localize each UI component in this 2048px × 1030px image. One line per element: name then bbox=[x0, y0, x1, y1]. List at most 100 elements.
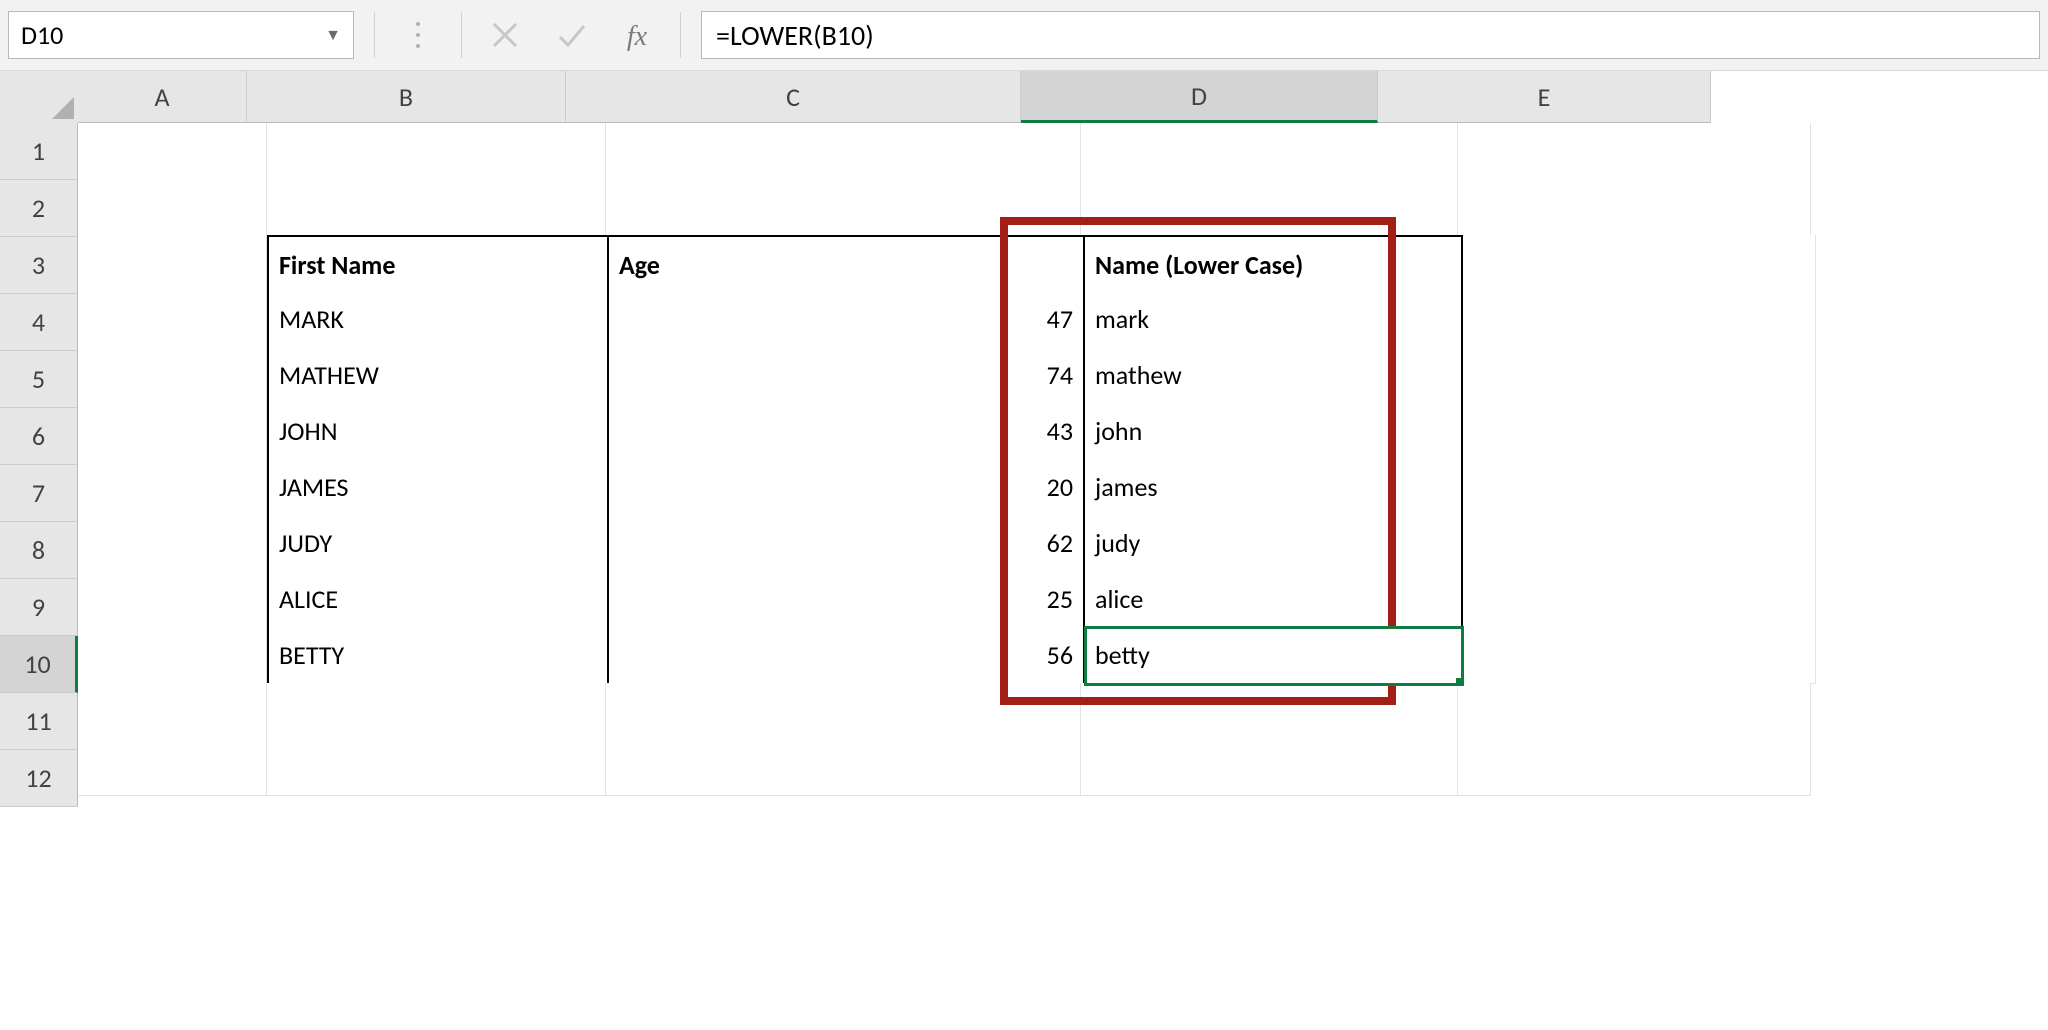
cell-grid[interactable]: First NameAgeName (Lower Case) MARK47mark… bbox=[78, 123, 1816, 795]
cell-D9[interactable]: alice bbox=[1085, 571, 1463, 629]
row-header-8[interactable]: 8 bbox=[0, 522, 78, 579]
cell-C9[interactable]: 25 bbox=[609, 571, 1085, 629]
cell-D7[interactable]: james bbox=[1085, 459, 1463, 517]
row-11 bbox=[78, 683, 1816, 739]
cell-C5[interactable]: 74 bbox=[609, 347, 1085, 405]
row-10: BETTY56betty bbox=[78, 627, 1816, 683]
cell-A8[interactable] bbox=[78, 515, 267, 572]
cell-A4[interactable] bbox=[78, 291, 267, 348]
cell-E10[interactable] bbox=[1463, 627, 1816, 684]
cell-D5[interactable]: mathew bbox=[1085, 347, 1463, 405]
separator bbox=[374, 12, 375, 58]
row-header-5[interactable]: 5 bbox=[0, 351, 78, 408]
cell-B3[interactable]: First Name bbox=[267, 235, 609, 295]
cell-B5[interactable]: MATHEW bbox=[267, 347, 609, 405]
cell-A6[interactable] bbox=[78, 403, 267, 460]
column-header-C[interactable]: C bbox=[566, 71, 1021, 123]
cell-E5[interactable] bbox=[1463, 347, 1816, 404]
name-box[interactable]: D10 ▼ bbox=[8, 11, 354, 59]
row-6: JOHN43john bbox=[78, 403, 1816, 459]
column-header-D[interactable]: D bbox=[1021, 71, 1378, 123]
cell-C11[interactable] bbox=[606, 683, 1081, 740]
row-header-2[interactable]: 2 bbox=[0, 180, 78, 237]
cell-D8[interactable]: judy bbox=[1085, 515, 1463, 573]
enter-icon bbox=[548, 12, 594, 58]
cell-E3[interactable] bbox=[1463, 235, 1816, 292]
row-5: MATHEW74mathew bbox=[78, 347, 1816, 403]
cell-E1[interactable] bbox=[1458, 123, 1811, 180]
cell-B1[interactable] bbox=[267, 123, 606, 180]
row-2 bbox=[78, 179, 1816, 235]
row-header-10[interactable]: 10 bbox=[0, 636, 78, 693]
cell-D1[interactable] bbox=[1081, 123, 1458, 180]
name-box-value: D10 bbox=[21, 19, 63, 51]
cell-B9[interactable]: ALICE bbox=[267, 571, 609, 629]
row-8: JUDY62judy bbox=[78, 515, 1816, 571]
cell-B4[interactable]: MARK bbox=[267, 291, 609, 349]
dropdown-icon[interactable]: ▼ bbox=[325, 26, 341, 45]
formula-input[interactable]: =LOWER(B10) bbox=[701, 11, 2040, 59]
cell-A1[interactable] bbox=[78, 123, 267, 180]
cell-A2[interactable] bbox=[78, 179, 267, 236]
cell-E6[interactable] bbox=[1463, 403, 1816, 460]
row-headers: 123456789101112 bbox=[0, 123, 78, 807]
cell-E8[interactable] bbox=[1463, 515, 1816, 572]
select-all-corner[interactable] bbox=[0, 71, 79, 124]
cell-D2[interactable] bbox=[1081, 179, 1458, 236]
cell-E12[interactable] bbox=[1458, 739, 1811, 796]
cell-E2[interactable] bbox=[1458, 179, 1811, 236]
cell-C8[interactable]: 62 bbox=[609, 515, 1085, 573]
row-1 bbox=[78, 123, 1816, 179]
cell-C2[interactable] bbox=[606, 179, 1081, 236]
fill-handle[interactable] bbox=[1456, 678, 1463, 685]
cell-B8[interactable]: JUDY bbox=[267, 515, 609, 573]
cell-D11[interactable] bbox=[1081, 683, 1458, 740]
row-header-4[interactable]: 4 bbox=[0, 294, 78, 351]
row-7: JAMES20james bbox=[78, 459, 1816, 515]
cell-E7[interactable] bbox=[1463, 459, 1816, 516]
cell-E9[interactable] bbox=[1463, 571, 1816, 628]
cell-C6[interactable]: 43 bbox=[609, 403, 1085, 461]
cell-C10[interactable]: 56 bbox=[609, 627, 1085, 685]
cell-C12[interactable] bbox=[606, 739, 1081, 796]
cell-E11[interactable] bbox=[1458, 683, 1811, 740]
cell-C1[interactable] bbox=[606, 123, 1081, 180]
cell-B2[interactable] bbox=[267, 179, 606, 236]
cell-D6[interactable]: john bbox=[1085, 403, 1463, 461]
cell-D12[interactable] bbox=[1081, 739, 1458, 796]
row-header-11[interactable]: 11 bbox=[0, 693, 78, 750]
column-header-A[interactable]: A bbox=[78, 71, 247, 123]
cell-A7[interactable] bbox=[78, 459, 267, 516]
cell-B12[interactable] bbox=[267, 739, 606, 796]
cell-D4[interactable]: mark bbox=[1085, 291, 1463, 349]
row-header-3[interactable]: 3 bbox=[0, 237, 78, 294]
cell-C4[interactable]: 47 bbox=[609, 291, 1085, 349]
cell-B10[interactable]: BETTY bbox=[267, 627, 609, 685]
cell-A11[interactable] bbox=[78, 683, 267, 740]
cell-B11[interactable] bbox=[267, 683, 606, 740]
cell-C3[interactable]: Age bbox=[609, 235, 1085, 295]
cell-C7[interactable]: 20 bbox=[609, 459, 1085, 517]
cell-A10[interactable] bbox=[78, 627, 267, 684]
cell-D3[interactable]: Name (Lower Case) bbox=[1085, 235, 1463, 295]
separator bbox=[680, 12, 681, 58]
cell-B6[interactable]: JOHN bbox=[267, 403, 609, 461]
cell-A9[interactable] bbox=[78, 571, 267, 628]
cell-E4[interactable] bbox=[1463, 291, 1816, 348]
cell-D10[interactable]: betty bbox=[1085, 627, 1463, 685]
cell-A12[interactable] bbox=[78, 739, 267, 796]
row-header-6[interactable]: 6 bbox=[0, 408, 78, 465]
column-header-E[interactable]: E bbox=[1378, 71, 1711, 123]
row-header-7[interactable]: 7 bbox=[0, 465, 78, 522]
spreadsheet: ABCDE 123456789101112 First NameAgeName … bbox=[0, 71, 2048, 1030]
column-header-B[interactable]: B bbox=[247, 71, 566, 123]
cell-A3[interactable] bbox=[78, 235, 267, 292]
menu-dots-icon[interactable] bbox=[395, 12, 441, 58]
cell-A5[interactable] bbox=[78, 347, 267, 404]
row-header-1[interactable]: 1 bbox=[0, 123, 78, 180]
insert-function-button[interactable]: fx bbox=[614, 12, 660, 58]
cell-B7[interactable]: JAMES bbox=[267, 459, 609, 517]
row-header-9[interactable]: 9 bbox=[0, 579, 78, 636]
row-header-12[interactable]: 12 bbox=[0, 750, 78, 807]
cancel-icon bbox=[482, 12, 528, 58]
